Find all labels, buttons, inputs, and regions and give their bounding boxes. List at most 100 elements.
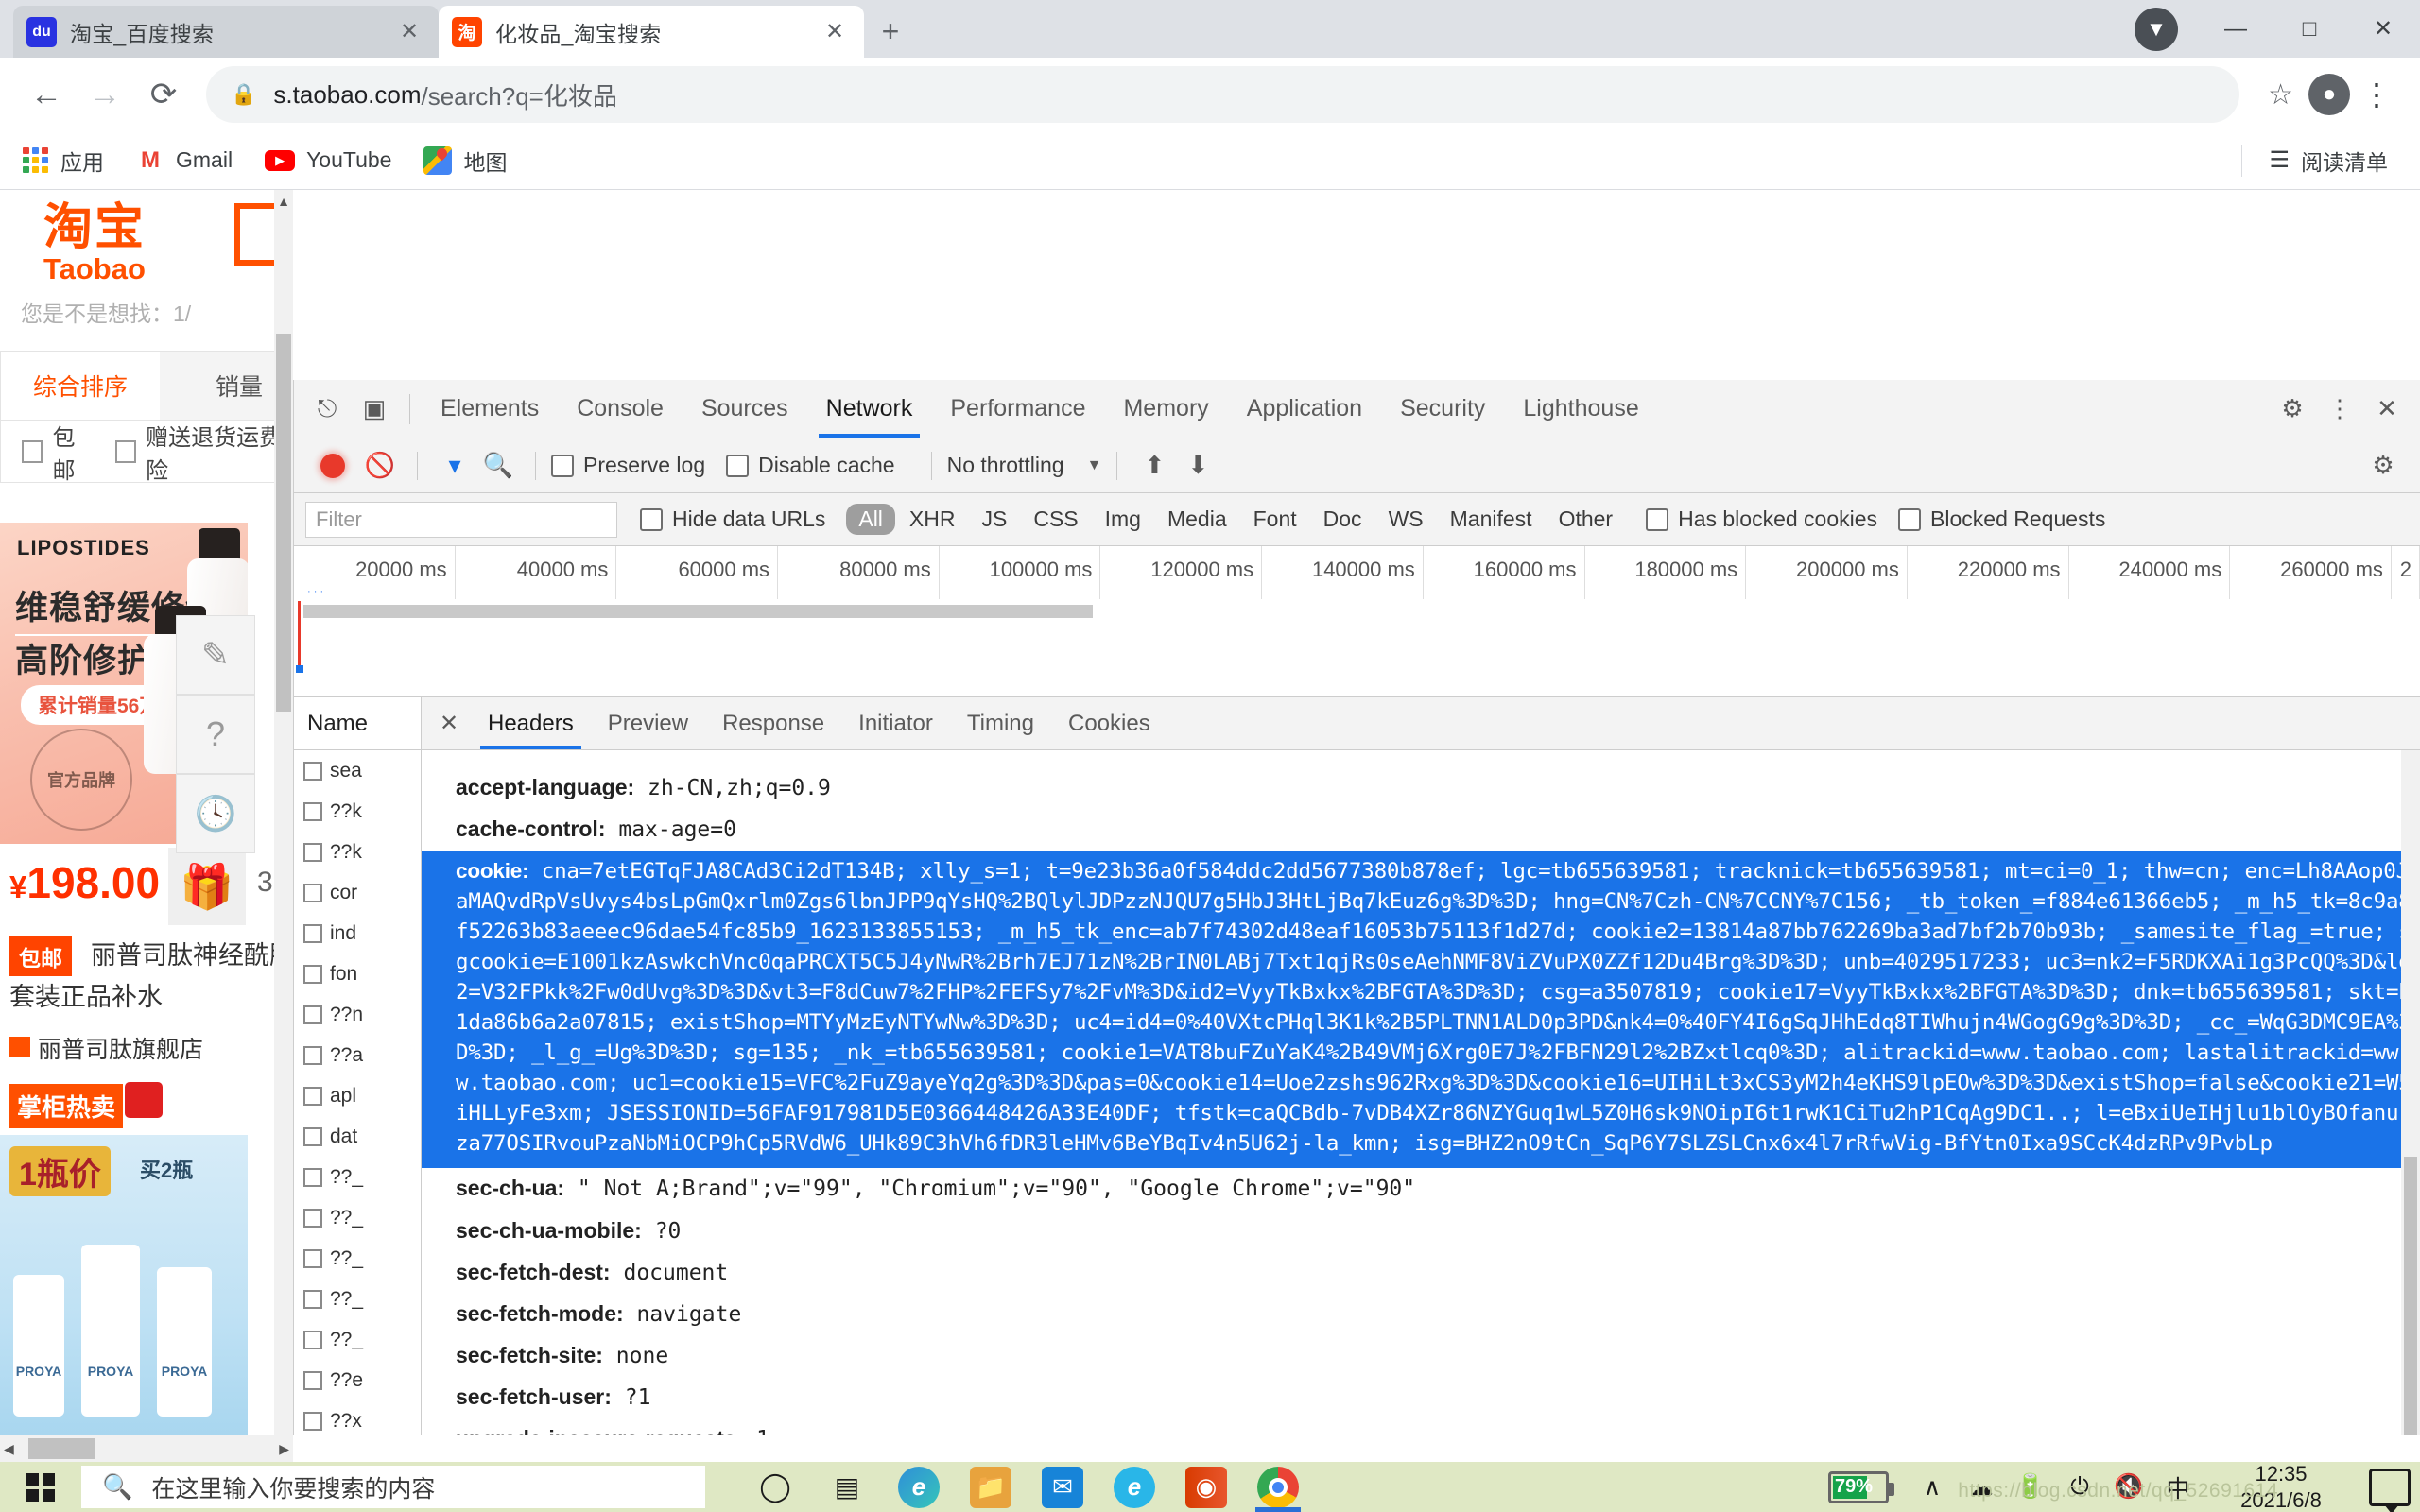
table-row[interactable]: sea xyxy=(294,750,421,791)
tab-close-button[interactable]: ✕ xyxy=(393,16,425,48)
kebab-menu-icon[interactable]: ⋮ xyxy=(2316,386,2363,433)
tab-lighthouse[interactable]: Lighthouse xyxy=(1504,381,1657,438)
throttling-select[interactable]: No throttling ▼ xyxy=(947,453,1102,478)
hide-data-urls-checkbox[interactable]: Hide data URLs xyxy=(640,507,825,532)
scrollbar-thumb[interactable] xyxy=(28,1438,95,1459)
row-checkbox[interactable] xyxy=(303,1167,322,1187)
network-settings-gear-icon[interactable]: ⚙ xyxy=(2360,442,2407,490)
tab-console[interactable]: Console xyxy=(558,381,683,438)
table-row[interactable]: ??x xyxy=(294,1400,421,1435)
tab-elements[interactable]: Elements xyxy=(422,381,558,438)
product-ad-banner-2[interactable]: 1瓶价 买2瓶 PROYA PROYA PROYA xyxy=(0,1135,248,1435)
horizontal-scrollbar[interactable]: ◀ ▶ xyxy=(0,1435,293,1462)
row-checkbox[interactable] xyxy=(303,883,322,902)
row-checkbox[interactable] xyxy=(303,923,322,943)
has-blocked-cookies-checkbox[interactable]: Has blocked cookies xyxy=(1646,507,1877,532)
disable-cache-checkbox[interactable]: Disable cache xyxy=(726,453,895,478)
table-row[interactable]: ??_ xyxy=(294,1279,421,1319)
row-checkbox[interactable] xyxy=(303,1208,322,1228)
row-checkbox[interactable] xyxy=(303,1289,322,1309)
filter-type-all[interactable]: All xyxy=(846,504,895,535)
address-bar[interactable]: 🔒 s.taobao.com/search?q=化妆品 xyxy=(206,66,2240,123)
detail-tab-headers[interactable]: Headers xyxy=(471,698,591,749)
scrollbar-thumb[interactable] xyxy=(2404,1157,2417,1435)
bookmark-youtube[interactable]: ▶ YouTube xyxy=(265,147,391,173)
search-icon[interactable]: 🔍 xyxy=(476,444,520,488)
bookmark-gmail[interactable]: M Gmail xyxy=(136,146,233,175)
blocked-requests-checkbox[interactable]: Blocked Requests xyxy=(1898,507,2105,532)
tab-performance[interactable]: Performance xyxy=(931,381,1104,438)
table-row[interactable]: ind xyxy=(294,913,421,954)
tab-sources[interactable]: Sources xyxy=(683,381,807,438)
inspect-element-icon[interactable]: ⎋ xyxy=(303,386,351,433)
filter-type-js[interactable]: JS xyxy=(969,504,1019,535)
row-checkbox[interactable] xyxy=(303,1411,322,1431)
cortana-icon[interactable]: ◯ xyxy=(739,1462,811,1512)
tab-network[interactable]: Network xyxy=(807,381,932,438)
window-close-button[interactable]: ✕ xyxy=(2346,0,2420,58)
filter-type-xhr[interactable]: XHR xyxy=(897,504,968,535)
network-overview-timeline[interactable]: 20000 ms 40000 ms 60000 ms 80000 ms 1000… xyxy=(294,546,2420,697)
table-row[interactable]: ??a xyxy=(294,1035,421,1075)
shop-name[interactable]: 丽普司肽旗舰店 xyxy=(9,1031,203,1065)
taskbar-search-input[interactable]: 🔍 在这里输入你要搜索的内容 xyxy=(81,1466,705,1508)
detail-tab-preview[interactable]: Preview xyxy=(591,698,705,749)
scroll-left-arrow[interactable]: ◀ xyxy=(4,1441,14,1457)
table-row[interactable]: ??_ xyxy=(294,1197,421,1238)
preserve-log-checkbox[interactable]: Preserve log xyxy=(551,453,705,478)
scroll-right-arrow[interactable]: ▶ xyxy=(279,1441,289,1457)
row-checkbox[interactable] xyxy=(303,1330,322,1349)
bookmark-star-icon[interactable]: ☆ xyxy=(2268,78,2293,112)
device-toolbar-icon[interactable]: ▣ xyxy=(351,386,398,433)
detail-tab-timing[interactable]: Timing xyxy=(950,698,1051,749)
table-row[interactable]: ??_ xyxy=(294,1238,421,1279)
close-icon[interactable]: ✕ xyxy=(2363,386,2411,433)
reading-list-button[interactable]: ☰ 阅读清单 xyxy=(2241,144,2399,177)
browser-tab-2[interactable]: 淘 化妆品_淘宝搜索 ✕ xyxy=(439,6,864,58)
filter-type-media[interactable]: Media xyxy=(1155,504,1239,535)
pencil-icon[interactable]: ✎ xyxy=(176,615,255,695)
request-rows[interactable]: sea ??k ??k cor ind fon ??n ??a apl dat … xyxy=(294,750,421,1435)
extension-icon[interactable]: ▼ xyxy=(2135,7,2178,51)
help-icon[interactable]: ? xyxy=(176,695,255,774)
filter-type-doc[interactable]: Doc xyxy=(1311,504,1374,535)
scrollbar-thumb[interactable] xyxy=(276,334,291,712)
tab-close-button[interactable]: ✕ xyxy=(819,16,851,48)
row-checkbox[interactable] xyxy=(303,1248,322,1268)
table-row[interactable]: ??k xyxy=(294,832,421,872)
bookmark-apps[interactable]: 应用 xyxy=(21,145,104,177)
filter-input[interactable]: Filter xyxy=(305,501,617,538)
minimize-button[interactable]: — xyxy=(2199,0,2273,58)
table-row[interactable]: cor xyxy=(294,872,421,913)
tray-chevron-icon[interactable]: ∧ xyxy=(1908,1473,1957,1502)
clear-icon[interactable]: 🚫 xyxy=(358,444,402,488)
headers-content[interactable]: accept-language: zh-CN,zh;q=0.9 cache-co… xyxy=(422,750,2420,1435)
filter-type-ws[interactable]: WS xyxy=(1376,504,1436,535)
office-icon[interactable]: ◉ xyxy=(1170,1462,1242,1512)
row-checkbox[interactable] xyxy=(303,1005,322,1024)
tab-application[interactable]: Application xyxy=(1228,381,1381,438)
chrome-menu-button[interactable]: ⋮ xyxy=(2350,77,2403,112)
internet-explorer-icon[interactable]: e xyxy=(1098,1462,1170,1512)
record-button-icon[interactable] xyxy=(320,453,345,478)
product-title-line1[interactable]: 丽普司肽神经酰胺 xyxy=(91,935,293,971)
table-row[interactable]: ??k xyxy=(294,791,421,832)
battery-icon[interactable]: 79% xyxy=(1828,1470,1894,1503)
sort-tab-comprehensive[interactable]: 综合排序 xyxy=(1,352,160,420)
detail-tab-response[interactable]: Response xyxy=(705,698,841,749)
close-icon[interactable]: ✕ xyxy=(427,710,471,737)
filter-icon[interactable]: ▾ xyxy=(433,444,476,488)
sort-tab-sales[interactable]: 销量 xyxy=(160,352,293,420)
row-checkbox[interactable] xyxy=(303,842,322,862)
new-tab-button[interactable]: + xyxy=(864,5,917,58)
table-row[interactable]: ??n xyxy=(294,994,421,1035)
google-chrome-icon[interactable] xyxy=(1242,1462,1314,1512)
page-scrollbar[interactable]: ▲ xyxy=(274,190,293,1435)
row-checkbox[interactable] xyxy=(303,801,322,821)
avatar[interactable]: ● xyxy=(2308,74,2350,115)
table-row[interactable]: ??_ xyxy=(294,1319,421,1360)
filter-type-css[interactable]: CSS xyxy=(1021,504,1090,535)
notification-icon[interactable] xyxy=(2369,1468,2411,1512)
tab-security[interactable]: Security xyxy=(1381,381,1504,438)
row-checkbox[interactable] xyxy=(303,1126,322,1146)
